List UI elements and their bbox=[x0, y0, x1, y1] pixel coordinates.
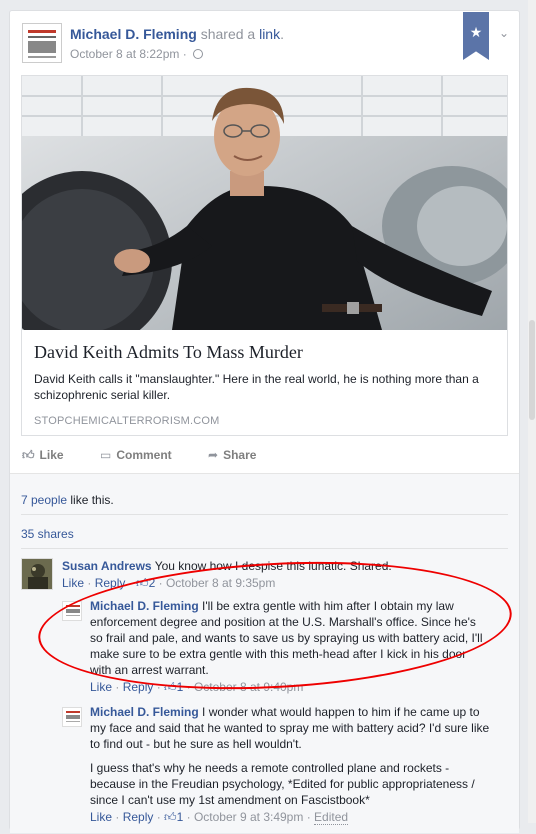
divider bbox=[21, 548, 508, 549]
avatar-photo bbox=[22, 559, 52, 589]
comment-author[interactable]: Michael D. Fleming bbox=[90, 599, 199, 613]
feedback-section: 7 people like this. 35 shares Susan Andr… bbox=[10, 473, 519, 833]
comment-body: Susan Andrews You know how I despise thi… bbox=[62, 558, 502, 591]
commenter-avatar[interactable] bbox=[62, 601, 82, 621]
comment-like-count[interactable]: 1 bbox=[177, 810, 184, 824]
comment-like-link[interactable]: Like bbox=[90, 810, 112, 824]
comment-reply: Michael D. Fleming I wonder what would h… bbox=[62, 704, 507, 834]
post-timestamp[interactable]: October 8 at 8:22pm bbox=[70, 47, 179, 61]
likes-summary: 7 people like this. bbox=[21, 493, 114, 507]
share-arrow-icon: ➦ bbox=[208, 448, 219, 462]
shares-count[interactable]: 35 shares bbox=[21, 527, 74, 541]
comment-reply: Michael D. Fleming I'll be extra gentle … bbox=[62, 598, 507, 698]
commenter-avatar[interactable] bbox=[21, 558, 53, 590]
comment-reply-link[interactable]: Reply bbox=[95, 576, 126, 590]
comment-like-count[interactable]: 1 bbox=[177, 680, 184, 694]
thumbs-up-icon: 👍︎ bbox=[22, 448, 35, 462]
comment-actions: Like · Reply · 👍︎1 · October 8 at 9:40pm bbox=[90, 680, 304, 694]
post-meta: October 8 at 8:22pm · bbox=[70, 47, 204, 61]
chevron-down-icon[interactable]: ⌄ bbox=[499, 26, 509, 40]
post-header: Michael D. Fleming shared a link. Octobe… bbox=[22, 12, 509, 68]
comment-like-link[interactable]: Like bbox=[90, 680, 112, 694]
commenter-avatar[interactable] bbox=[62, 707, 82, 727]
meta-separator: · bbox=[182, 47, 187, 61]
shared-link[interactable]: link bbox=[259, 26, 280, 42]
like-button[interactable]: 👍︎ Like bbox=[22, 448, 64, 463]
globe-icon bbox=[193, 49, 204, 59]
link-text: David Keith Admits To Mass Murder David … bbox=[34, 342, 495, 427]
author-line: Michael D. Fleming shared a link. bbox=[70, 26, 284, 42]
comment-author[interactable]: Michael D. Fleming bbox=[90, 705, 199, 719]
thumbs-up-icon[interactable]: 👍︎ bbox=[136, 576, 149, 590]
comment-timestamp[interactable]: October 8 at 9:35pm bbox=[166, 576, 275, 590]
scrollbar[interactable] bbox=[528, 0, 536, 823]
link-domain: STOPCHEMICALTERRORISM.COM bbox=[34, 415, 220, 427]
page-avatar[interactable] bbox=[22, 23, 62, 63]
comment-author[interactable]: Susan Andrews bbox=[62, 559, 152, 573]
share-button[interactable]: ➦ Share bbox=[208, 448, 256, 462]
shared-text: shared a bbox=[200, 26, 256, 42]
divider bbox=[21, 514, 508, 515]
comment-text-continued: I guess that's why he needs a remote con… bbox=[90, 761, 475, 807]
thumbs-up-icon[interactable]: 👍︎ bbox=[164, 810, 177, 824]
comment-body: Michael D. Fleming I wonder what would h… bbox=[90, 704, 490, 825]
comment-like-link[interactable]: Like bbox=[62, 576, 84, 590]
link-preview[interactable]: David Keith Admits To Mass Murder David … bbox=[21, 75, 508, 436]
star-icon[interactable]: ★ bbox=[463, 12, 489, 60]
author-name[interactable]: Michael D. Fleming bbox=[70, 26, 197, 42]
likes-people-link[interactable]: 7 people bbox=[21, 493, 67, 507]
comment-reply-link[interactable]: Reply bbox=[123, 680, 154, 694]
comment-like-count[interactable]: 2 bbox=[149, 576, 156, 590]
link-preview-image[interactable] bbox=[22, 76, 507, 330]
thumbs-up-icon[interactable]: 👍︎ bbox=[164, 680, 177, 694]
comment-body: Michael D. Fleming I'll be extra gentle … bbox=[90, 598, 490, 695]
speech-bubble-icon: ▭ bbox=[100, 448, 112, 462]
link-title[interactable]: David Keith Admits To Mass Murder bbox=[34, 342, 495, 363]
comment-actions: Like · Reply · 👍︎2 · October 8 at 9:35pm bbox=[62, 576, 276, 590]
post-card: Michael D. Fleming shared a link. Octobe… bbox=[9, 10, 520, 833]
comment-button[interactable]: ▭ Comment bbox=[100, 448, 172, 462]
comment-timestamp[interactable]: October 9 at 3:49pm bbox=[194, 810, 303, 824]
comment-reply-link[interactable]: Reply bbox=[123, 810, 154, 824]
comment-timestamp[interactable]: October 8 at 9:40pm bbox=[194, 680, 303, 694]
scrollbar-thumb[interactable] bbox=[529, 320, 535, 420]
comment-text: You know how I despise this lunatic. Sha… bbox=[154, 559, 392, 573]
link-image-photo bbox=[22, 76, 507, 330]
comment: Susan Andrews You know how I despise thi… bbox=[21, 558, 506, 598]
link-description: David Keith calls it "manslaughter." Her… bbox=[34, 372, 479, 402]
